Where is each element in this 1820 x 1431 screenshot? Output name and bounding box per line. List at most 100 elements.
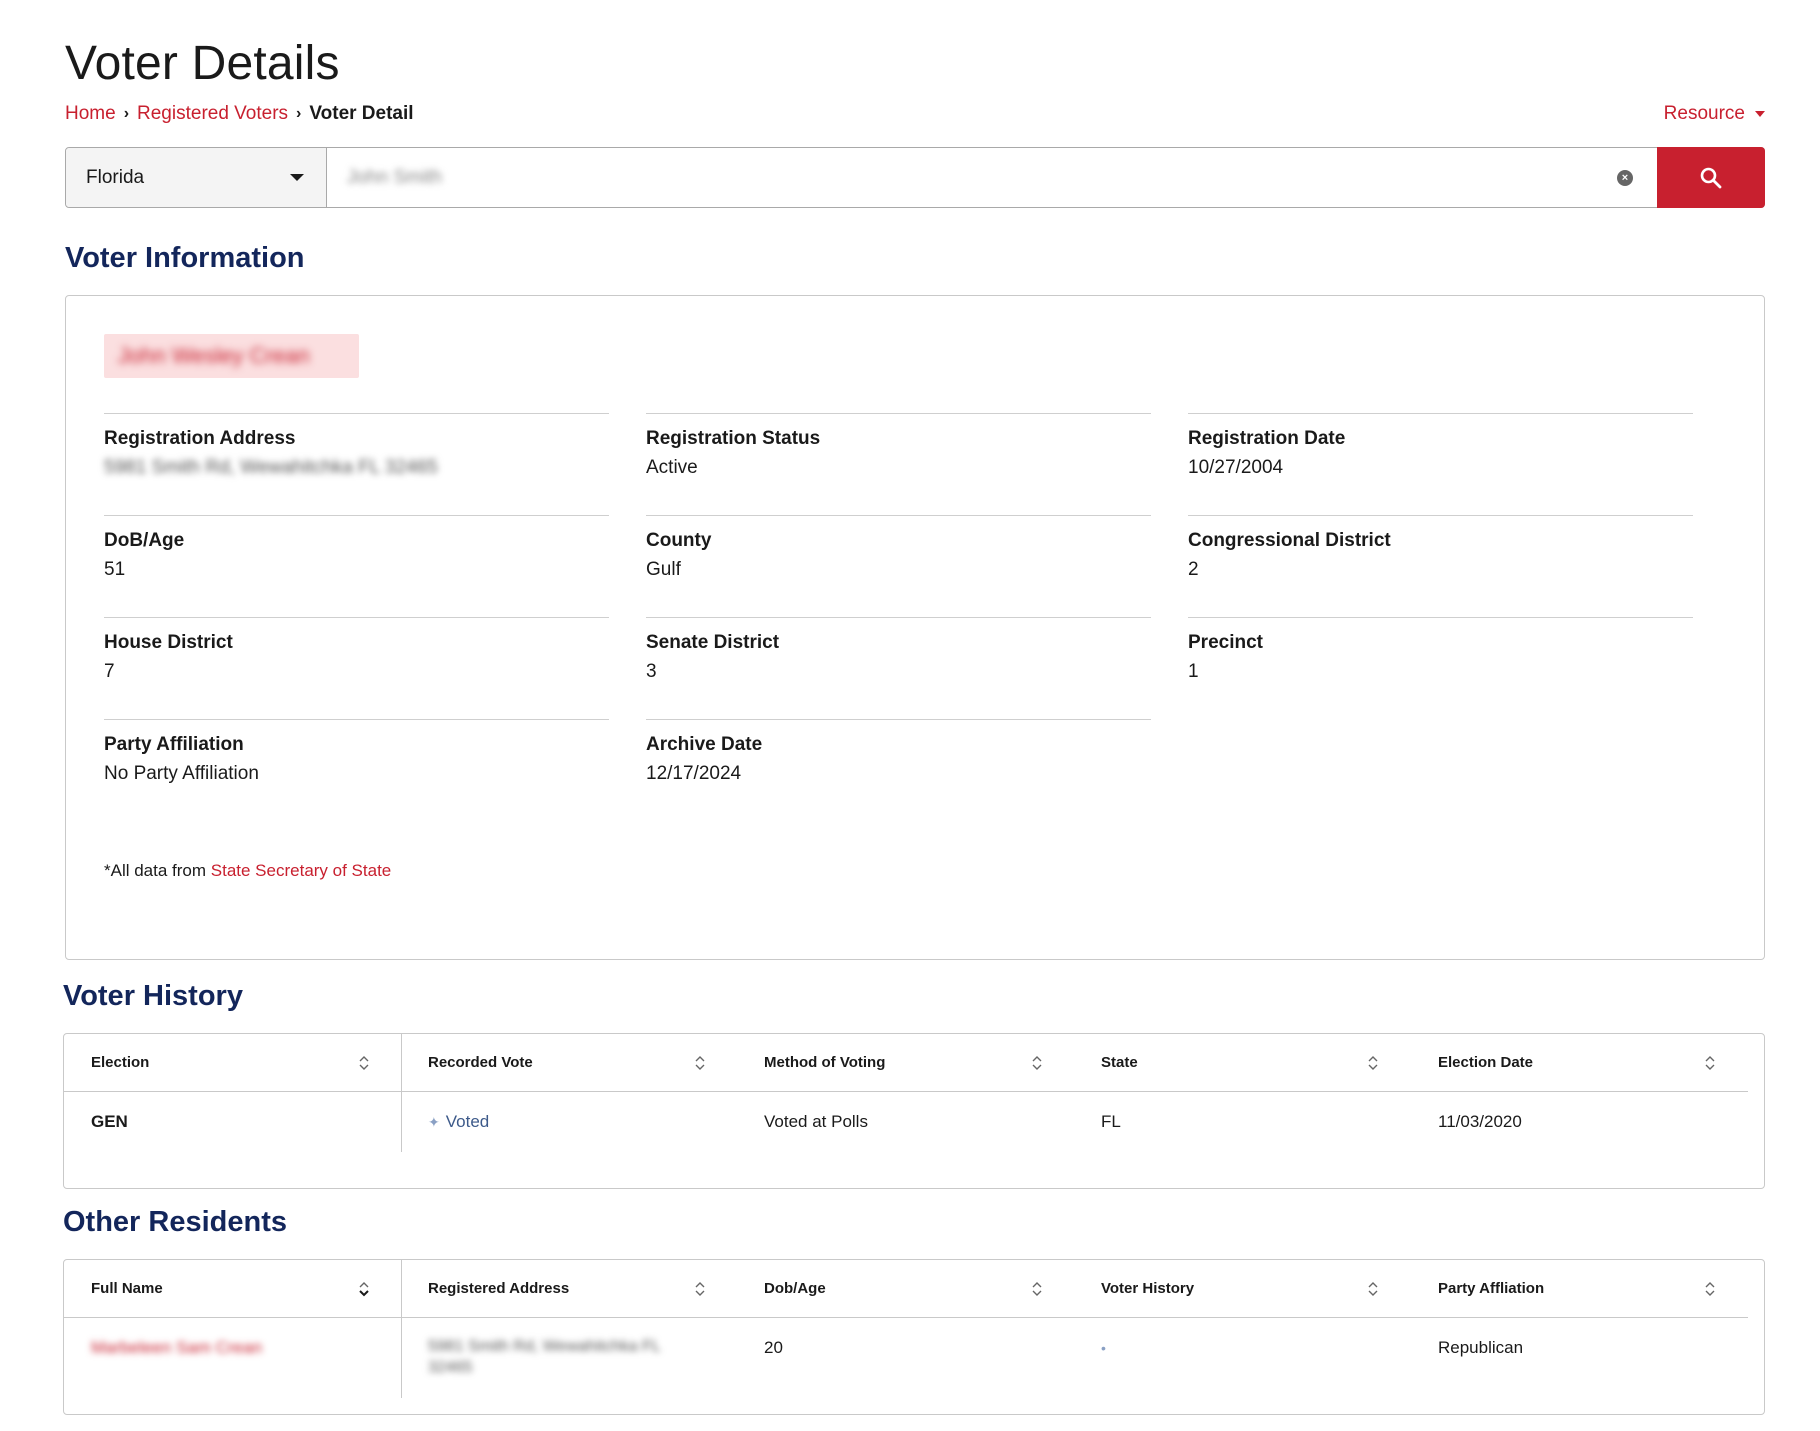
field-value: 3	[646, 661, 657, 682]
field-senate-district: Senate District 3	[646, 617, 1151, 683]
cell-registered-address: 5981 Smith Rd, Wewahitchka FL 32465	[428, 1336, 661, 1378]
field-dob-age: DoB/Age 51	[104, 515, 609, 581]
field-label: Precinct	[1188, 632, 1263, 653]
field-value: No Party Affiliation	[104, 763, 259, 784]
column-header-election-date[interactable]: Election Date	[1438, 1034, 1533, 1091]
breadcrumb-home-link[interactable]: Home	[65, 103, 116, 125]
table-row: Marbeleen Sam Crean 5981 Smith Rd, Wewah…	[64, 1318, 1748, 1398]
field-archive-date: Archive Date 12/17/2024	[646, 719, 1151, 785]
field-registration-status: Registration Status Active	[646, 413, 1151, 479]
column-header-state[interactable]: State	[1101, 1034, 1138, 1091]
column-header-voter-history[interactable]: Voter History	[1101, 1260, 1194, 1317]
resource-dropdown-label: Resource	[1663, 103, 1745, 124]
table-row: GEN ✦ Voted Voted at Polls FL 11/03/2020	[64, 1092, 1748, 1152]
recorded-vote-value: Voted	[445, 1112, 490, 1131]
secretary-of-state-link[interactable]: State Secretary of State	[211, 861, 391, 880]
sort-icon[interactable]	[1031, 1054, 1043, 1072]
field-label: DoB/Age	[104, 530, 185, 551]
column-header-recorded-vote[interactable]: Recorded Vote	[428, 1034, 533, 1091]
column-header-dob-age[interactable]: Dob/Age	[764, 1260, 826, 1317]
data-source-prefix: *All data from	[104, 861, 211, 880]
search-input[interactable]	[327, 148, 1657, 207]
sort-icon[interactable]	[1367, 1280, 1379, 1298]
field-value: 51	[104, 559, 126, 580]
cell-full-name[interactable]: Marbeleen Sam Crean	[91, 1336, 262, 1360]
column-header-method-of-voting[interactable]: Method of Voting	[764, 1034, 885, 1091]
sort-icon[interactable]	[358, 1280, 370, 1298]
voter-name: John Wesley Crean	[118, 343, 310, 368]
breadcrumb-registered-voters-link[interactable]: Registered Voters	[137, 103, 288, 125]
field-registration-address: Registration Address 5981 Smith Rd, Wewa…	[104, 413, 609, 479]
voter-information-card: John Wesley Crean Registration Address 5…	[65, 295, 1765, 960]
address-line-2: 32465	[428, 1359, 473, 1376]
field-value: 7	[104, 661, 115, 682]
sort-icon[interactable]	[1367, 1054, 1379, 1072]
breadcrumb-current: Voter Detail	[309, 103, 414, 124]
table-header-row: Election Recorded Vote Method of Voting …	[64, 1034, 1748, 1092]
field-value: 5981 Smith Rd, Wewahitchka FL 32465	[104, 457, 438, 478]
field-party-affiliation: Party Affiliation No Party Affiliation	[104, 719, 609, 785]
cell-voter-history: •	[1101, 1340, 1106, 1356]
cell-dob-age: 20	[764, 1338, 783, 1357]
caret-down-icon	[1755, 111, 1765, 117]
field-value: Active	[646, 457, 698, 478]
field-value: 10/27/2004	[1188, 457, 1284, 478]
field-label: Congressional District	[1188, 530, 1391, 551]
cell-recorded-vote: ✦ Voted	[428, 1092, 489, 1152]
data-source-note: *All data from State Secretary of State	[104, 861, 391, 881]
sort-icon[interactable]	[358, 1054, 370, 1072]
cell-election: GEN	[91, 1112, 128, 1131]
field-value: 2	[1188, 559, 1199, 580]
field-county: County Gulf	[646, 515, 1151, 581]
search-bar: Florida ×	[65, 147, 1765, 208]
sort-icon[interactable]	[694, 1054, 706, 1072]
resident-name-link[interactable]: Marbeleen Sam Crean	[91, 1338, 262, 1358]
search-button[interactable]	[1657, 147, 1765, 208]
chevron-right-icon: ›	[296, 105, 302, 122]
clear-icon[interactable]: ×	[1617, 169, 1633, 186]
field-registration-date: Registration Date 10/27/2004	[1188, 413, 1693, 479]
column-header-election[interactable]: Election	[91, 1034, 149, 1091]
diamond-icon: ✦	[428, 1113, 440, 1130]
field-congressional-district: Congressional District 2	[1188, 515, 1693, 581]
sort-icon[interactable]	[1704, 1280, 1716, 1298]
address-line-1: 5981 Smith Rd, Wewahitchka FL	[428, 1338, 661, 1355]
state-select[interactable]: Florida	[66, 148, 327, 207]
field-label: Registration Status	[646, 428, 821, 449]
voter-name-badge: John Wesley Crean	[104, 334, 359, 378]
field-label: Archive Date	[646, 734, 763, 755]
field-value: 12/17/2024	[646, 763, 742, 784]
column-header-full-name[interactable]: Full Name	[91, 1260, 163, 1317]
field-house-district: House District 7	[104, 617, 609, 683]
resource-dropdown[interactable]: Resource	[1664, 103, 1765, 125]
caret-down-icon	[290, 174, 304, 181]
field-label: Party Affiliation	[104, 734, 244, 755]
chevron-right-icon: ›	[123, 105, 130, 122]
cell-election-date: 11/03/2020	[1438, 1112, 1522, 1131]
column-header-party-affiliation[interactable]: Party Affliation	[1438, 1260, 1544, 1317]
voter-information-title: Voter Information	[65, 242, 305, 274]
sort-icon[interactable]	[1704, 1054, 1716, 1072]
field-value: 1	[1188, 661, 1199, 682]
field-label: Registration Address	[104, 428, 296, 449]
voter-history-title: Voter History	[63, 980, 243, 1012]
column-header-registered-address[interactable]: Registered Address	[428, 1260, 569, 1317]
field-precinct: Precinct 1	[1188, 617, 1693, 683]
sort-icon[interactable]	[1031, 1280, 1043, 1298]
search-input-wrap: ×	[327, 148, 1657, 207]
field-label: County	[646, 530, 712, 551]
field-value: Gulf	[646, 559, 681, 580]
cell-state: FL	[1101, 1112, 1121, 1131]
sort-icon[interactable]	[694, 1280, 706, 1298]
breadcrumb: Home › Registered Voters › Voter Detail	[65, 103, 414, 125]
state-select-value: Florida	[86, 166, 145, 188]
search-icon	[1700, 167, 1722, 188]
page-title: Voter Details	[65, 37, 340, 90]
voter-history-table: Election Recorded Vote Method of Voting …	[63, 1033, 1765, 1189]
field-label: Registration Date	[1188, 428, 1346, 449]
field-label: Senate District	[646, 632, 780, 653]
cell-party-affiliation: Republican	[1438, 1338, 1524, 1357]
cell-method-of-voting: Voted at Polls	[764, 1112, 868, 1131]
other-residents-table: Full Name Registered Address Dob/Age Vot…	[63, 1259, 1765, 1415]
field-label: House District	[104, 632, 233, 653]
